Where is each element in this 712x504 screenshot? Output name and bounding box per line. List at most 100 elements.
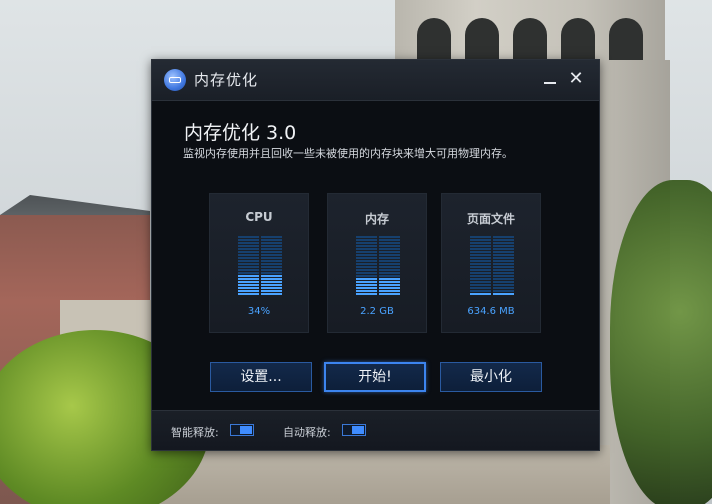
meter-segment [379, 251, 400, 253]
meter-segment [493, 266, 514, 268]
meter-segment [356, 263, 377, 265]
app-description: 监视内存使用并且回收一些未被使用的内存块来增大可用物理内存。 [183, 147, 513, 160]
meter-segment [493, 248, 514, 250]
meter-segment [493, 239, 514, 241]
meter-segment [470, 266, 491, 268]
meter-segment [470, 245, 491, 247]
cpu-label: CPU [245, 210, 273, 224]
meter-segment [470, 260, 491, 262]
meter-segment [238, 272, 259, 274]
meter-segment [379, 239, 400, 241]
meter-segment [493, 284, 514, 286]
meter-segment [261, 245, 282, 247]
app-heading: 内存优化 3.0 [184, 122, 297, 144]
meter-segment [356, 269, 377, 271]
memory-meter [356, 236, 400, 296]
meter-segment [238, 290, 259, 292]
meter-segment [356, 293, 377, 295]
meter-segment [356, 266, 377, 268]
auto-release-toggle[interactable] [342, 424, 366, 436]
smart-release-toggle[interactable] [230, 424, 254, 436]
meter-segment [356, 257, 377, 259]
pagefile-panel: 页面文件 634.6 MB [441, 193, 541, 333]
meter-segment [356, 284, 377, 286]
meter-segment [470, 242, 491, 244]
meter-segment [238, 266, 259, 268]
meter-segment [261, 239, 282, 241]
meter-segment [356, 248, 377, 250]
meter-segment [493, 263, 514, 265]
auto-release-label: 自动释放: [283, 426, 331, 439]
meter-segment [493, 278, 514, 280]
memory-label: 内存 [364, 212, 389, 226]
meter-segment [470, 254, 491, 256]
meter-segment [493, 269, 514, 271]
meter-segment [493, 257, 514, 259]
meter-segment [493, 242, 514, 244]
meter-segment [470, 239, 491, 241]
minimize-window-button[interactable] [539, 68, 561, 90]
meter-segment [470, 278, 491, 280]
title-bar[interactable]: 内存优化 ✕ [152, 60, 599, 101]
cpu-meter [238, 236, 282, 296]
meter-segment [261, 242, 282, 244]
close-icon[interactable]: ✕ [565, 68, 587, 90]
meter-segment [261, 281, 282, 283]
meter-segment [470, 251, 491, 253]
meter-segment [379, 272, 400, 274]
options-footer: 智能释放: 自动释放: [152, 410, 599, 450]
meter-segment [470, 236, 491, 238]
memory-value: 2.2 GB [360, 306, 394, 317]
meter-segment [238, 293, 259, 295]
meter-segment [493, 272, 514, 274]
meter-segment [261, 236, 282, 238]
meter-segment [238, 281, 259, 283]
meter-segment [493, 245, 514, 247]
meter-segment [238, 236, 259, 238]
meter-segment [261, 287, 282, 289]
app-icon [164, 69, 186, 91]
meter-segment [261, 263, 282, 265]
meter-segment [470, 287, 491, 289]
meter-segment [379, 269, 400, 271]
meter-segment [379, 266, 400, 268]
meter-segment [493, 275, 514, 277]
meter-segment [493, 287, 514, 289]
meter-segment [238, 257, 259, 259]
meter-segment [493, 260, 514, 262]
meter-segment [493, 254, 514, 256]
meter-segment [379, 275, 400, 277]
meter-segment [261, 278, 282, 280]
meter-segment [379, 290, 400, 292]
minimize-to-tray-button[interactable]: 最小化 [440, 362, 542, 392]
meter-segment [379, 257, 400, 259]
meter-segment [356, 290, 377, 292]
meter-segment [493, 281, 514, 283]
cpu-value: 34% [247, 306, 271, 317]
meter-segment [238, 287, 259, 289]
start-button[interactable]: 开始! [324, 362, 426, 392]
meter-segment [379, 284, 400, 286]
meter-segment [356, 239, 377, 241]
meter-segment [356, 287, 377, 289]
meter-segment [238, 245, 259, 247]
meter-segment [261, 260, 282, 262]
meter-segment [261, 251, 282, 253]
meter-segment [261, 254, 282, 256]
memory-panel: 内存 2.2 GB [327, 193, 427, 333]
memory-optimizer-window: 内存优化 ✕ 内存优化 3.0 监视内存使用并且回收一些未被使用的内存块来增大可… [151, 59, 600, 451]
meter-segment [238, 263, 259, 265]
meter-segment [379, 263, 400, 265]
meter-segment [261, 266, 282, 268]
meter-segment [470, 269, 491, 271]
meter-segment [470, 275, 491, 277]
meter-segment [261, 269, 282, 271]
meter-segment [379, 287, 400, 289]
meter-segment [493, 293, 514, 295]
meter-segment [356, 242, 377, 244]
meter-segment [238, 242, 259, 244]
pagefile-value: 634.6 MB [467, 306, 515, 317]
meter-segment [493, 236, 514, 238]
settings-button[interactable]: 设置... [210, 362, 312, 392]
meter-segment [238, 269, 259, 271]
